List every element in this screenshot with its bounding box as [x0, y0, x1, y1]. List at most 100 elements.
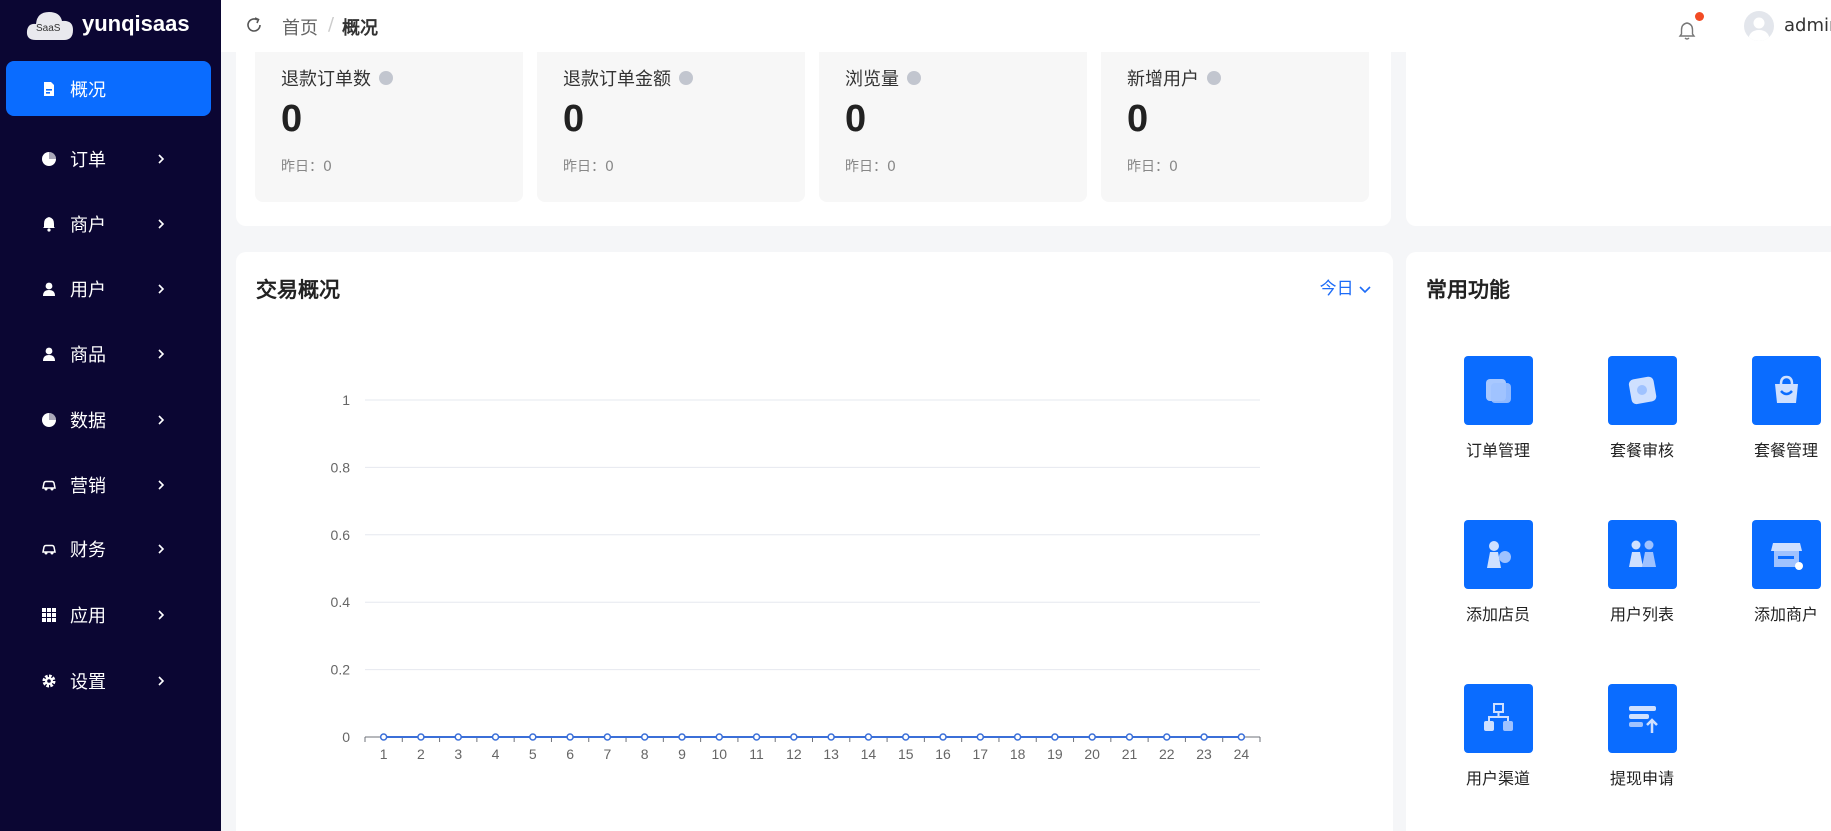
sidebar-item-settings[interactable]: 设置	[6, 653, 211, 708]
sidebar-item-label: 应用	[70, 605, 106, 627]
stat-card-new-users: 新增用户 0 昨日：0	[1101, 52, 1369, 202]
x-tick-label: 9	[678, 746, 686, 762]
sidebar-item-users[interactable]: 用户	[6, 261, 211, 316]
stat-label: 退款订单数	[281, 69, 371, 90]
user-list-icon	[1628, 540, 1656, 567]
y-tick-label: 0.2	[331, 662, 351, 678]
sidebar-item-finance[interactable]: 财务	[6, 521, 211, 576]
chevron-right-icon	[158, 348, 165, 359]
data-point	[901, 733, 910, 741]
sidebar-item-label: 财务	[70, 539, 106, 561]
data-point	[491, 733, 500, 741]
withdraw-icon	[1628, 706, 1658, 733]
top-header: 首页 / 概况 admin	[221, 0, 1831, 52]
shopping-bag-icon	[1774, 375, 1798, 403]
function-label: 套餐管理	[1753, 441, 1818, 460]
x-tick-label: 11	[749, 746, 764, 762]
x-tick-label: 23	[1196, 746, 1212, 762]
sidebar-item-data[interactable]: 数据	[6, 392, 211, 447]
sidebar-item-label: 概况	[70, 79, 106, 101]
breadcrumb-home[interactable]: 首页	[282, 14, 318, 40]
function-package-review[interactable]: 套餐审核	[1592, 356, 1692, 461]
notification-bell-icon[interactable]	[1677, 20, 1697, 42]
x-tick-label: 20	[1084, 746, 1100, 762]
y-tick-label: 1	[342, 392, 350, 408]
user-icon	[43, 347, 55, 361]
transaction-card: 交易概况 今日 0 0.2 0.4 0.6 0.8 1 1 2 3 4 5 6 7 8 9 10 11 12 13 1…	[236, 252, 1393, 831]
function-user-channel[interactable]: 用户渠道	[1448, 684, 1548, 789]
data-point	[715, 733, 724, 741]
sidebar-item-orders[interactable]: 订单	[6, 131, 211, 186]
sidebar-item-label: 设置	[70, 671, 106, 693]
stat-yesterday: 昨日：0	[845, 159, 896, 175]
x-tick-label: 19	[1047, 746, 1063, 762]
info-icon[interactable]	[907, 71, 921, 85]
sidebar-item-label: 商品	[70, 344, 106, 366]
package-review-icon	[1628, 376, 1656, 405]
notification-dot	[1695, 12, 1704, 21]
gear-icon	[42, 674, 56, 687]
stat-label: 退款订单金额	[563, 69, 671, 90]
data-point	[1125, 733, 1134, 741]
x-tick-label: 7	[603, 746, 611, 762]
x-tick-label: 2	[417, 746, 425, 762]
sidebar-item-products[interactable]: 商品	[6, 326, 211, 381]
stat-card-page-views: 浏览量 0 昨日：0	[819, 52, 1087, 202]
function-label: 添加店员	[1465, 605, 1530, 624]
chevron-right-icon	[158, 153, 165, 164]
x-tick-label: 21	[1122, 746, 1138, 762]
data-point	[379, 733, 388, 741]
stat-yesterday: 昨日：0	[563, 159, 614, 175]
user-name[interactable]: admin	[1784, 15, 1831, 36]
x-tick-label: 8	[641, 746, 649, 762]
info-icon[interactable]	[679, 71, 693, 85]
function-order-management[interactable]: 订单管理	[1448, 356, 1548, 461]
refresh-icon[interactable]	[245, 16, 263, 34]
sidebar-item-apps[interactable]: 应用	[6, 587, 211, 642]
app-name: yunqisaas	[82, 11, 190, 36]
functions-card: 常用功能 订单管理 套餐审核 套餐管理 添加店员 用户列表 添加商户 用户渠道 …	[1406, 252, 1831, 831]
function-add-clerk[interactable]: 添加店员	[1448, 520, 1548, 625]
sidebar-item-label: 数据	[70, 410, 106, 432]
data-point	[640, 733, 649, 741]
car-icon	[42, 480, 56, 490]
data-point	[1163, 733, 1171, 741]
x-tick-label: 22	[1159, 746, 1175, 762]
sidebar-item-marketing[interactable]: 营销	[6, 457, 211, 512]
function-user-list[interactable]: 用户列表	[1592, 520, 1692, 625]
data-point	[1200, 733, 1208, 741]
y-tick-label: 0.8	[331, 459, 351, 475]
y-tick-label: 0.6	[331, 527, 351, 543]
document-icon	[44, 81, 54, 96]
chevron-right-icon	[158, 414, 165, 425]
stat-yesterday: 昨日：0	[281, 159, 332, 175]
data-point	[603, 733, 612, 741]
x-tick-label: 5	[529, 746, 537, 762]
store-icon	[1770, 543, 1803, 570]
function-label: 套餐审核	[1609, 441, 1674, 460]
avatar[interactable]	[1744, 11, 1774, 41]
stats-panel: 退款订单数 0 昨日：0 退款订单金额 0 昨日：0 浏览量 0 昨日：0 新增…	[236, 52, 1391, 226]
function-add-merchant[interactable]: 添加商户	[1736, 520, 1831, 625]
function-withdraw-request[interactable]: 提现申请	[1592, 684, 1692, 789]
data-point	[1013, 733, 1022, 741]
x-tick-label: 3	[454, 746, 462, 762]
sidebar: SaaS yunqisaas 概况 订单 商户 用户 商品 数据 营销 财务 应…	[0, 0, 221, 831]
breadcrumb-current: 概况	[342, 18, 378, 39]
data-point	[939, 733, 947, 741]
chevron-right-icon	[158, 479, 165, 490]
data-point	[864, 733, 873, 741]
stat-card-refund-amount: 退款订单金额 0 昨日：0	[537, 52, 805, 202]
function-package-management[interactable]: 套餐管理	[1736, 356, 1831, 461]
x-tick-label: 16	[935, 746, 951, 762]
sidebar-item-merchants[interactable]: 商户	[6, 196, 211, 251]
logo[interactable]: SaaS yunqisaas	[26, 4, 190, 44]
info-icon[interactable]	[1207, 71, 1221, 85]
sidebar-item-overview[interactable]: 概况	[6, 61, 211, 116]
data-point	[1237, 733, 1246, 741]
stat-yesterday: 昨日：0	[1127, 159, 1178, 175]
info-icon[interactable]	[379, 71, 393, 85]
order-management-icon	[1485, 379, 1511, 403]
x-tick-label: 17	[973, 746, 989, 762]
chevron-right-icon	[158, 283, 165, 294]
